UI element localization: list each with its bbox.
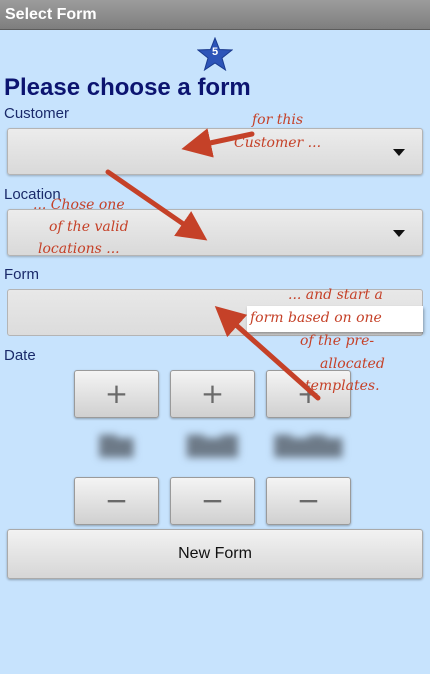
title-bar: Select Form	[0, 0, 430, 30]
customer-dropdown[interactable]	[7, 128, 423, 175]
customer-label: Customer	[4, 105, 70, 122]
month-decrement-button[interactable]: −	[170, 477, 255, 525]
form-label: Form	[4, 266, 39, 283]
day-decrement-button[interactable]: −	[74, 477, 159, 525]
step-badge: 5	[197, 37, 233, 71]
date-label: Date	[4, 347, 36, 364]
annotation-form-2: form based on one	[250, 310, 382, 326]
annotation-form-1: ... and start a	[288, 287, 383, 303]
day-value[interactable]: ▇▆	[74, 421, 159, 477]
page-title: Please choose a form	[4, 74, 251, 101]
annotation-location-2: of the valid	[49, 219, 129, 235]
year-value[interactable]: ▇▆▇▆	[266, 421, 351, 477]
window-title: Select Form	[5, 6, 97, 23]
step-number: 5	[211, 46, 219, 58]
annotation-location-3: locations ...	[38, 241, 120, 257]
dropdown-arrow-icon	[393, 149, 405, 156]
annotation-customer-1: for this	[252, 112, 304, 128]
annotation-form-5: templates.	[305, 378, 380, 394]
dropdown-arrow-icon	[393, 230, 405, 237]
annotation-location-1: ... Chose one	[33, 197, 125, 213]
annotation-form-3: of the pre-	[300, 333, 375, 349]
month-increment-button[interactable]: +	[170, 370, 255, 418]
annotation-form-4: allocated	[320, 356, 385, 372]
year-decrement-button[interactable]: −	[266, 477, 351, 525]
annotation-customer-2: Customer ...	[234, 135, 322, 151]
month-value[interactable]: ▇▆▇	[170, 421, 255, 477]
new-form-button[interactable]: New Form	[7, 529, 423, 579]
day-increment-button[interactable]: +	[74, 370, 159, 418]
